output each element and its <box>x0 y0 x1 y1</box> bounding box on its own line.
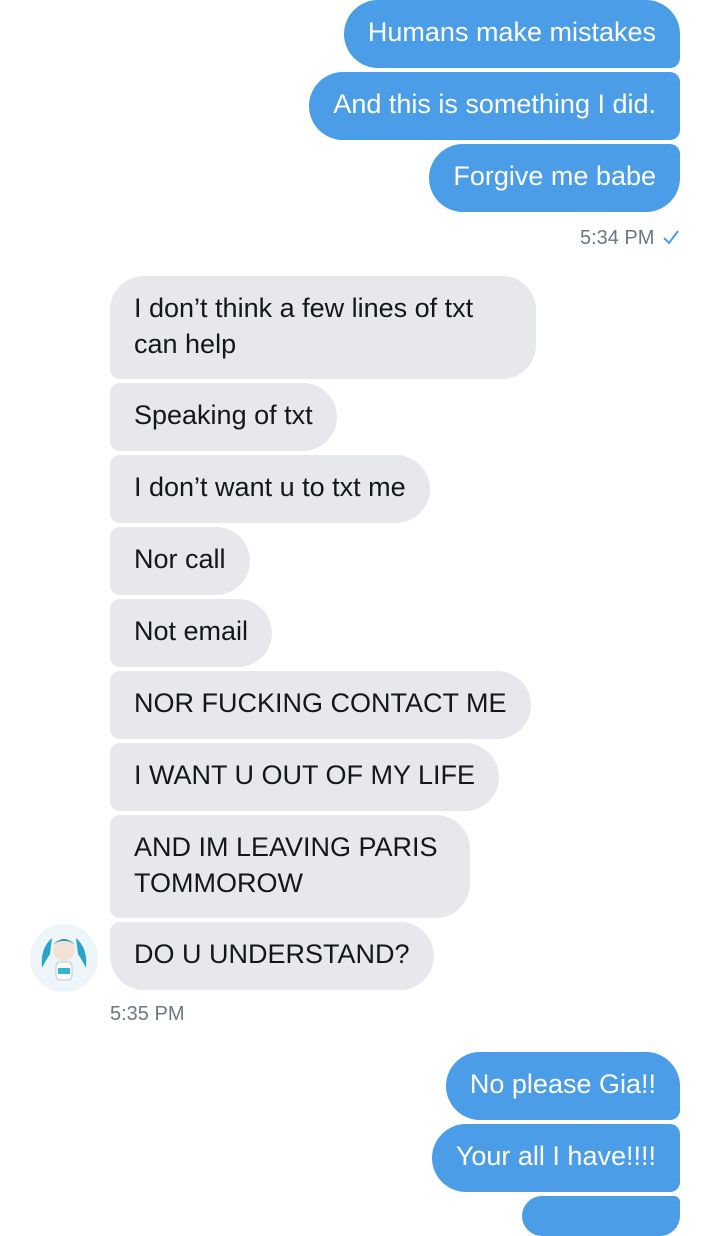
dm-conversation: { "messages_sent_1": [ "Humans make mist… <box>0 0 710 1236</box>
sent-message[interactable]: No please Gia!! <box>445 1052 680 1120</box>
message-timestamp: 5:35 PM <box>110 1003 185 1025</box>
sent-message[interactable]: And this is something I did. <box>309 72 680 140</box>
sent-timestamp-row: 5:34 PM <box>580 226 680 250</box>
profile-avatar-icon[interactable] <box>30 924 98 992</box>
received-message[interactable]: I don’t think a few lines of txt can hel… <box>110 276 536 379</box>
received-message[interactable]: DO U UNDERSTAND? <box>110 922 434 990</box>
received-message[interactable]: I WANT U OUT OF MY LIFE <box>110 743 500 811</box>
checkmark-icon <box>663 230 679 245</box>
message-timestamp: 5:34 PM <box>579 227 655 249</box>
received-message[interactable]: AND IM LEAVING PARIS TOMMOROW <box>110 815 470 918</box>
received-message[interactable]: Not email <box>110 599 273 667</box>
sent-message[interactable]: Your all I have!!!! <box>431 1124 680 1192</box>
sent-message[interactable]: Humans make mistakes <box>343 0 680 68</box>
received-message[interactable]: I don’t want u to txt me <box>110 455 430 523</box>
received-message[interactable]: Nor call <box>110 527 250 595</box>
received-message[interactable]: NOR FUCKING CONTACT ME <box>110 671 531 739</box>
sent-message-partial[interactable] <box>522 1196 680 1236</box>
received-message[interactable]: Speaking of txt <box>110 383 337 451</box>
sent-message[interactable]: Forgive me babe <box>429 144 680 212</box>
